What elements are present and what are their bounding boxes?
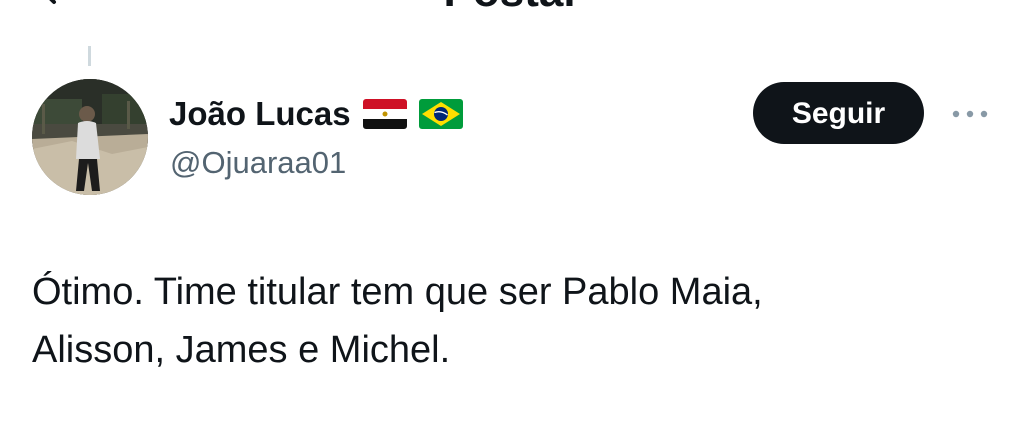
follow-button[interactable]: Seguir: [753, 82, 924, 144]
post-text-line: Alisson, James e Michel.: [32, 329, 451, 371]
author-name-row: João Lucas: [169, 94, 463, 134]
thread-line: [88, 46, 91, 66]
avatar[interactable]: [32, 79, 148, 195]
author-display-name[interactable]: João Lucas: [169, 94, 351, 134]
author-handle[interactable]: @Ojuaraa01: [170, 143, 346, 183]
egypt-flag-icon: [362, 99, 407, 129]
page-title: Postar: [0, 0, 1024, 14]
post-text: Ótimo. Time titular tem que ser Pablo Ma…: [32, 263, 992, 379]
top-bar: Postar: [0, 0, 1024, 44]
post-text-line: Ótimo. Time titular tem que ser Pablo Ma…: [32, 271, 763, 313]
more-options-icon[interactable]: [948, 104, 992, 124]
brazil-flag-icon: [418, 99, 463, 129]
post-page: Postar João Lucas: [0, 0, 1024, 446]
avatar-photo: [32, 79, 148, 195]
